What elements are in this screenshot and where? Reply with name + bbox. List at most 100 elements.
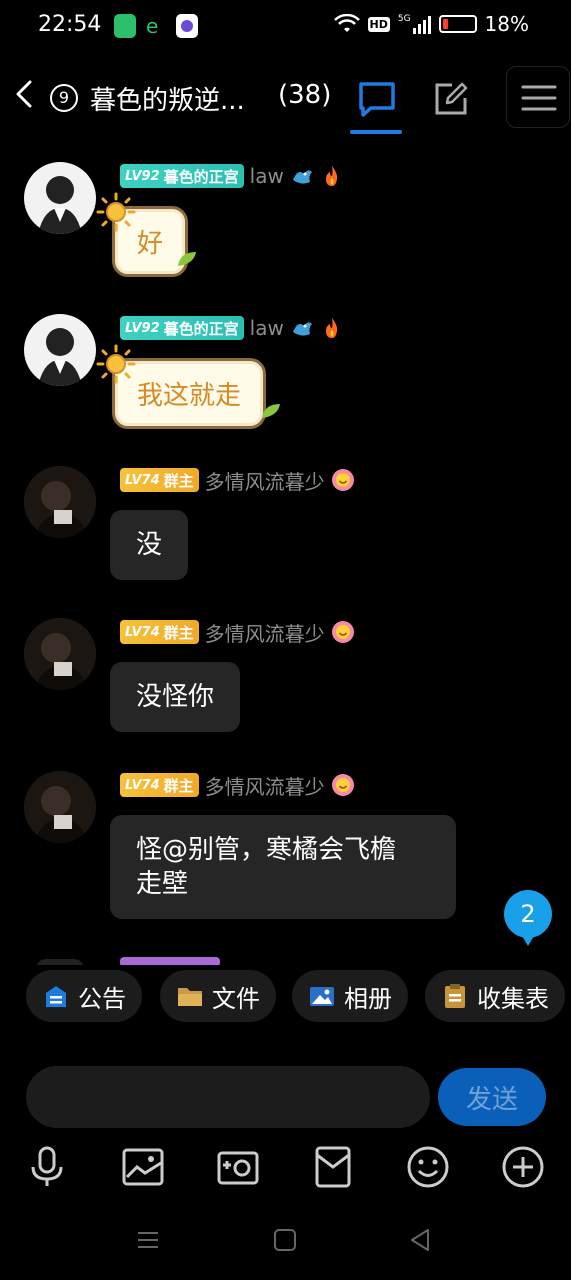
- member-count: (38): [278, 80, 332, 110]
- album-button[interactable]: 相册: [292, 970, 408, 1022]
- image-icon: [122, 1148, 164, 1186]
- flower-smile-icon: [331, 774, 354, 796]
- leaf-decoration-icon: [178, 252, 196, 266]
- avatar[interactable]: [24, 162, 96, 234]
- message-item: LV92 暮色的正宫 law 好: [0, 162, 571, 292]
- album-label: 相册: [344, 984, 392, 1013]
- fire-icon: [325, 318, 337, 338]
- message-bubble[interactable]: 怪@别管，寒橘会飞檐 走壁: [110, 815, 456, 919]
- chat-header: 9 暮色的叛逆... (38): [0, 60, 571, 140]
- chat-bubble-icon: [359, 82, 395, 117]
- sender-info: LV74 群主 多情风流暮少: [120, 466, 355, 494]
- avatar[interactable]: [24, 771, 96, 843]
- level-tag: LV74 群主: [120, 620, 199, 644]
- chevron-left-icon: [16, 80, 32, 108]
- avatar[interactable]: [24, 314, 96, 386]
- battery-percent: 18%: [484, 12, 529, 36]
- sender-name: law: [249, 316, 284, 340]
- message-item: LV74 群主 多情风流暮少 没怪你: [0, 618, 571, 748]
- sender-info: LV92 暮色的正宫 law: [120, 314, 344, 342]
- message-text: 没怪你: [136, 682, 215, 712]
- voice-button[interactable]: [22, 1142, 72, 1192]
- edit-icon: [435, 82, 468, 115]
- hd-icon: HD: [367, 16, 390, 32]
- sender-name: 多情风流暮少: [204, 469, 325, 494]
- back-button[interactable]: [6, 74, 42, 114]
- form-button[interactable]: 收集表: [425, 970, 565, 1022]
- avatar[interactable]: [24, 466, 96, 538]
- emoji-button[interactable]: [403, 1142, 453, 1192]
- composer-tools: [0, 1142, 571, 1192]
- avatar[interactable]: [24, 618, 96, 690]
- notice-label: 公告: [78, 984, 126, 1013]
- smiley-icon: [407, 1146, 449, 1188]
- message-input[interactable]: [26, 1066, 430, 1128]
- flower-smile-icon: [331, 621, 354, 643]
- active-tab-indicator: [350, 130, 402, 134]
- camera-icon: [217, 1151, 259, 1185]
- system-nav-bar: [0, 1215, 571, 1265]
- notice-button[interactable]: 公告: [26, 970, 142, 1022]
- more-button[interactable]: [498, 1142, 548, 1192]
- page-title[interactable]: 暮色的叛逆...: [90, 80, 270, 117]
- dragon-icon: [292, 170, 312, 184]
- microphone-icon: [31, 1146, 63, 1186]
- fire-icon: [325, 166, 337, 186]
- app-notification-icon: [114, 14, 136, 38]
- leaf-decoration-icon: [262, 404, 280, 418]
- edit-button[interactable]: [426, 74, 476, 124]
- dragon-icon: [292, 322, 312, 336]
- status-bar: 22:54 e HD 5G 18%: [0, 0, 571, 52]
- svg-text:e: e: [146, 14, 158, 38]
- camera-button[interactable]: [213, 1142, 263, 1192]
- message-bubble[interactable]: 没: [110, 510, 189, 580]
- message-item: LV92 暮色的正宫 law 我这就走: [0, 314, 571, 444]
- chat-tab-button[interactable]: [352, 74, 402, 124]
- red-packet-icon: [315, 1146, 351, 1188]
- unread-count-badge[interactable]: 2: [504, 890, 552, 946]
- sender-name: 多情风流暮少: [204, 621, 325, 646]
- level-tag: LV74 群主: [120, 468, 199, 492]
- quick-actions-bar: 公告 文件 相册 收集表: [0, 970, 571, 1026]
- menu-icon: [521, 85, 557, 111]
- message-text-line: 怪@别管，寒橘会飞檐: [136, 835, 397, 865]
- sun-decoration-icon: [96, 344, 136, 384]
- battery-fill: [442, 19, 448, 29]
- plus-circle-icon: [502, 1146, 544, 1188]
- wifi-icon: [333, 14, 360, 32]
- message-text: 没: [136, 530, 163, 560]
- image-button[interactable]: [118, 1142, 168, 1192]
- message-text: 我这就走: [137, 381, 242, 411]
- signal-icon: 5G: [398, 14, 431, 34]
- message-item: LV74 群主 多情风流暮少 怪@别管，寒橘会飞檐 走壁: [0, 771, 571, 931]
- composer: 发送: [0, 1066, 571, 1130]
- sender-name: law: [249, 164, 284, 188]
- files-button[interactable]: 文件: [160, 970, 276, 1022]
- message-item: LV74 群主 多情风流暮少 没: [0, 466, 571, 596]
- home-icon[interactable]: [270, 1225, 300, 1255]
- battery-icon: [438, 15, 477, 33]
- sun-decoration-icon: [96, 192, 136, 232]
- send-button[interactable]: 发送: [438, 1068, 546, 1126]
- menu-button[interactable]: [506, 66, 570, 128]
- form-label: 收集表: [477, 984, 549, 1013]
- message-bubble[interactable]: 没怪你: [110, 662, 241, 732]
- flower-smile-icon: [331, 469, 354, 491]
- clipboard-icon: [445, 984, 465, 1008]
- folder-icon: [178, 988, 202, 1006]
- partial-message: [0, 955, 571, 965]
- message-text: 好: [137, 229, 164, 259]
- album-icon: [310, 987, 334, 1006]
- level-tag: LV92 暮色的正宫: [120, 164, 244, 188]
- files-label: 文件: [212, 984, 260, 1013]
- level-tag: LV92 暮色的正宫: [120, 316, 244, 340]
- group-count-badge: 9: [50, 84, 78, 112]
- sender-info: LV92 暮色的正宫 law: [120, 162, 344, 190]
- recents-icon[interactable]: [133, 1225, 163, 1255]
- sender-name: 多情风流暮少: [204, 774, 325, 799]
- back-nav-icon[interactable]: [406, 1225, 436, 1255]
- message-text-line: 走壁: [136, 869, 189, 899]
- network-type: 5G: [397, 14, 411, 24]
- sender-info: LV74 群主 多情风流暮少: [120, 618, 355, 646]
- red-packet-button[interactable]: [308, 1142, 358, 1192]
